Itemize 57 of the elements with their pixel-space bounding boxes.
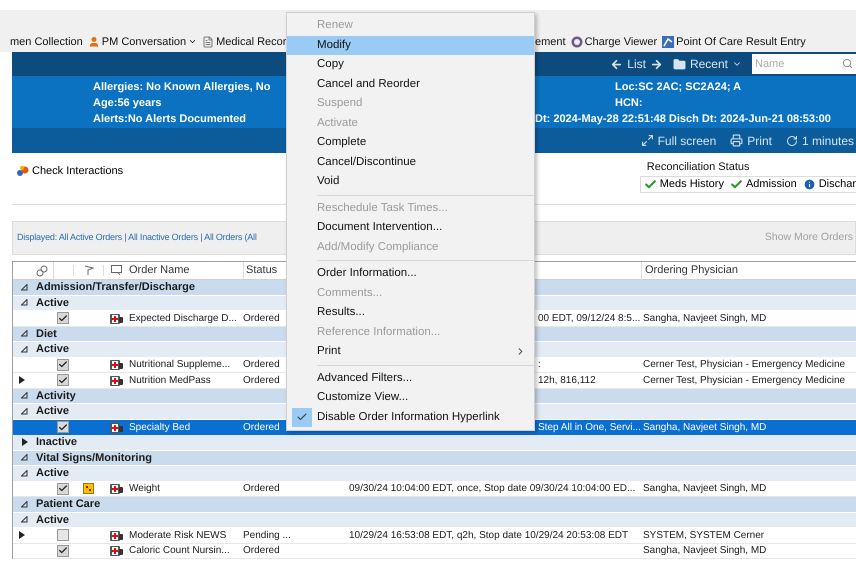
order-details: Step All in One, Servi... [538,422,641,433]
group-label: Inactive [36,435,77,450]
age-text: Age:56 years [93,96,162,111]
ordering-physician: SYSTEM, SYSTEM Cerner [642,528,764,543]
menu-item-label: Void [317,174,340,190]
menu-item-label: Complete [317,135,368,150]
order-status: Ordered [243,312,280,324]
group-label: Active [36,296,70,310]
group-label: Active [36,466,70,481]
menu-item-label: Advanced Filters... [317,370,414,386]
location-text: Loc:SC 2AC; SC2A24; A [614,80,742,95]
group-label: Active [36,512,70,528]
group-label: Vital Signs/Monitoring [36,450,152,466]
menu-item-label: Print [317,344,342,360]
dates-text: Dt: 2024-May-28 22:51:48 Disch Dt: 2024-Jun-21 08:53:00 [535,112,831,127]
ordering-physician: Cerner Test, Physician - Emergency Medicine [642,374,846,388]
ordering-physician: Sangha, Navjeet Singh, MD [642,544,766,558]
group-box-title: Reconciliation Status [646,160,750,175]
menu-item-label: Activate [317,116,359,131]
menu-item-label: Suspend [317,96,364,112]
group-label: Active [36,342,70,357]
order-details: : [538,359,541,370]
order-status: Ordered [243,359,280,370]
ordering-physician: Cerner Test, Physician - Emergency Medicine [642,358,846,372]
group-label: Activity [36,388,76,404]
menu-item-label: Reschedule Task Times... [317,200,449,216]
order-status: Ordered [243,545,280,556]
order-status: Ordered [243,422,280,433]
ordering-physician: Sangha, Navjeet Singh, MD [642,420,766,435]
group-label: Admission/Transfer/Discharge [36,280,195,295]
group-label: Diet [36,326,57,342]
menu-item-label: Results... [317,305,366,320]
alerts-text: Alerts:No Alerts Documented [93,112,248,127]
menu-item-label: Copy [317,57,345,72]
order-details: 10/29/24 16:53:08 EDT, q2h, Stop date 10/29/24 20:53:08 EDT [349,530,628,541]
menu-item-label: Comments... [317,286,384,301]
menu-item-label: Document Intervention... [317,220,444,236]
order-status: Pending ... [243,530,291,541]
menu-item-label: Add/Modify Compliance [317,240,440,255]
order-details: 09/30/24 10:04:00 EDT, once, Stop date 09/30/24 10:04:00 ED... [349,483,636,494]
order-details: 00 EDT, 09/12/24 8:5... [538,312,640,324]
menu-item-label: Reference Information... [317,324,442,340]
ordering-physician: Sangha, Navjeet Singh, MD [642,312,766,326]
group-label: Active [36,404,70,419]
menu-item-label: Cancel/Discontinue [317,154,418,170]
menu-item-label: Renew [317,18,354,34]
menu-item-label: Order Information... [317,266,418,282]
order-status: Ordered [243,483,280,494]
allergies-text: Allergies: No Known Allergies, No [93,80,272,95]
menu-item-label: Cancel and Reorder [317,76,421,92]
menu-item-label: Customize View... [317,390,410,406]
ordering-physician: Sangha, Navjeet Singh, MD [642,482,766,496]
order-status: Ordered [243,374,280,386]
group-label: Patient Care [36,497,100,512]
order-details: 12h, 816,112 [538,374,596,386]
menu-item-label: Modify [317,38,352,53]
hcn-text: HCN: [614,96,644,111]
